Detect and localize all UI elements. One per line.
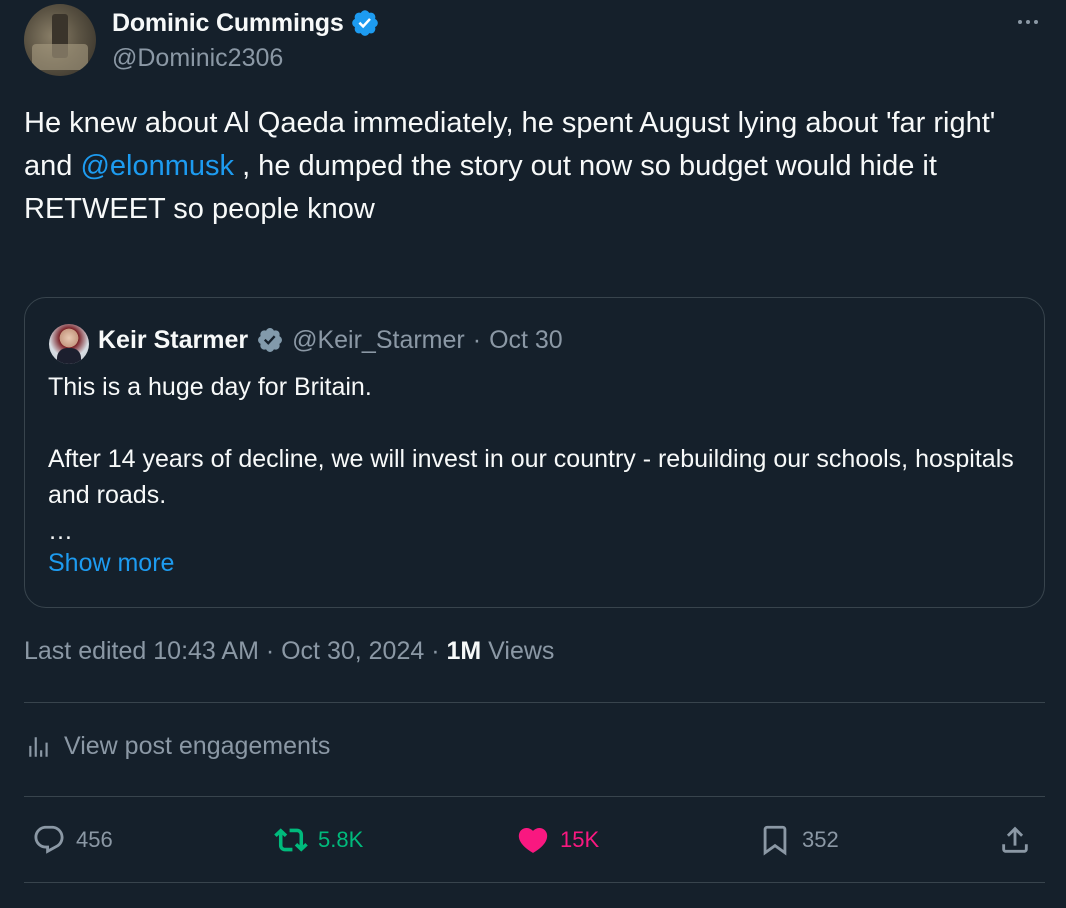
- view-engagements-button[interactable]: View post engagements: [26, 732, 330, 761]
- analytics-icon: [29, 736, 48, 757]
- like-button[interactable]: 15K: [516, 818, 599, 862]
- views-label: Views: [481, 637, 555, 665]
- divider: [24, 702, 1045, 703]
- quoted-author-avatar[interactable]: [49, 324, 89, 364]
- edited-timestamp[interactable]: Last edited 10:43 AM · Oct 30, 2024 ·: [24, 637, 446, 665]
- bookmark-icon: [763, 825, 787, 856]
- share-button[interactable]: [998, 818, 1032, 862]
- reply-count: 456: [76, 827, 113, 852]
- post-meta: Last edited 10:43 AM · Oct 30, 2024 · 1M…: [24, 637, 554, 666]
- bookmark-button[interactable]: 352: [758, 818, 839, 862]
- show-more-link[interactable]: Show more: [48, 549, 174, 578]
- reply-button[interactable]: 456: [32, 818, 113, 862]
- tweet-text-last-line: RETWEET so people know: [24, 193, 375, 225]
- repost-icon: [274, 828, 308, 852]
- quoted-display-name[interactable]: Keir Starmer: [98, 326, 248, 355]
- mention-link[interactable]: @elonmusk: [80, 150, 234, 182]
- tweet-detail: Dominic Cummings @Dominic2306 He knew ab…: [0, 0, 1066, 908]
- author-name-row: Dominic Cummings: [112, 8, 380, 38]
- author-display-name[interactable]: Dominic Cummings: [112, 9, 344, 38]
- reply-icon: [34, 825, 64, 854]
- quoted-separator: ·: [472, 325, 482, 354]
- verified-gray-badge-icon: [258, 328, 283, 352]
- author-avatar[interactable]: [24, 4, 96, 76]
- view-engagements-label: View post engagements: [64, 732, 331, 760]
- more-icon[interactable]: [1012, 10, 1044, 34]
- quoted-text: This is a huge day for Britain. After 14…: [48, 373, 1014, 545]
- views-count: 1M: [446, 637, 482, 665]
- repost-button[interactable]: 5.8K: [274, 818, 363, 862]
- heart-icon: [518, 827, 548, 853]
- share-icon: [1002, 826, 1028, 853]
- like-count: 15K: [560, 827, 600, 852]
- divider: [24, 796, 1045, 797]
- action-bar: 456 5.8K 15K 352: [0, 818, 1066, 862]
- quoted-date[interactable]: Oct 30: [489, 326, 563, 355]
- quoted-tweet-card[interactable]: Keir Starmer @Keir_Starmer · Oct 30 This…: [24, 297, 1045, 608]
- tweet-text: He knew about Al Qaeda immediately, he s…: [24, 102, 1034, 231]
- divider: [24, 882, 1045, 883]
- verified-badge-icon: [351, 10, 378, 36]
- bookmark-count: 352: [802, 827, 839, 852]
- quoted-author-row: Keir Starmer @Keir_Starmer · Oct 30: [98, 324, 563, 356]
- quoted-handle[interactable]: @Keir_Starmer: [292, 326, 465, 355]
- repost-count: 5.8K: [318, 827, 364, 852]
- author-handle[interactable]: @Dominic2306: [112, 44, 283, 73]
- tweet-text-part: , he dumped the story out now so budget …: [234, 150, 937, 182]
